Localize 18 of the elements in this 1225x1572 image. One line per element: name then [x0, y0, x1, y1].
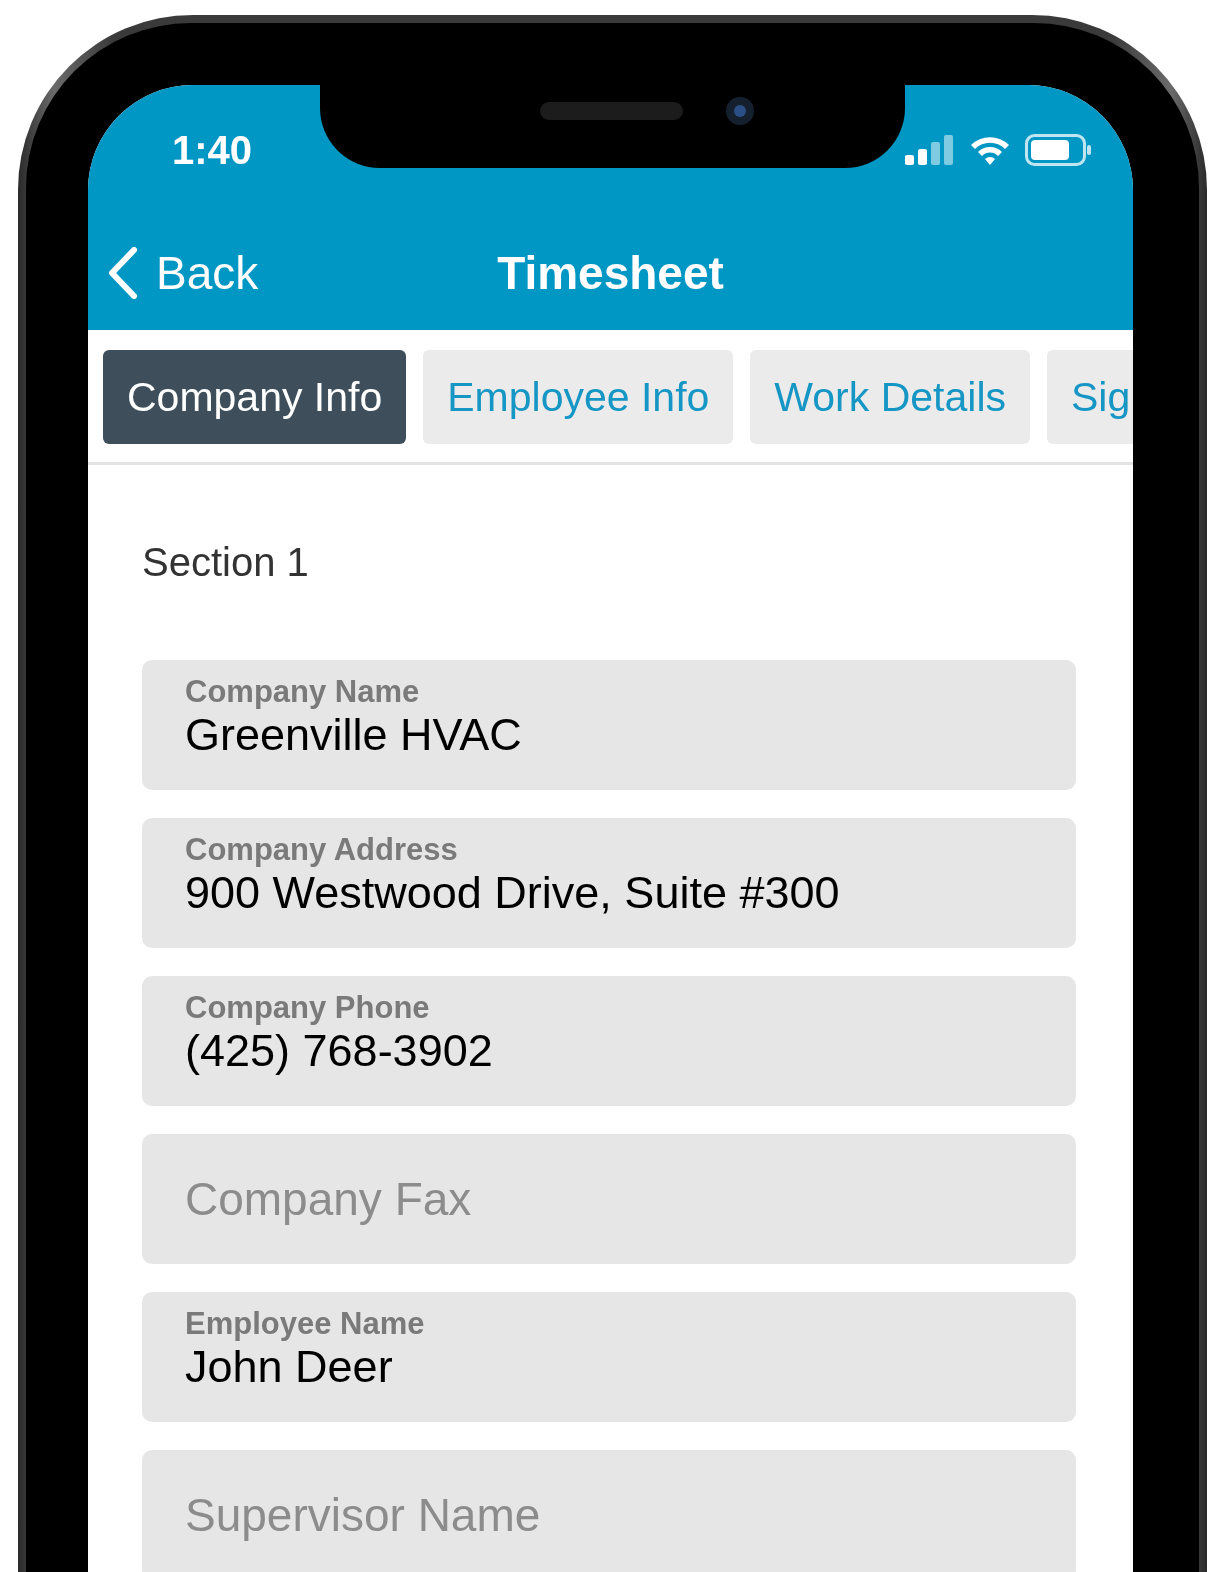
wifi-icon [969, 134, 1011, 166]
status-time: 1:40 [172, 127, 253, 173]
input-field[interactable]: Company Name Greenville HVAC [142, 660, 1076, 790]
tab[interactable]: Sig [1047, 350, 1133, 444]
tab[interactable]: Employee Info [423, 350, 734, 444]
input-field[interactable]: Company Address 900 Westwood Drive, Suite #300 [142, 818, 1076, 948]
chevron-left-icon [108, 246, 138, 299]
section-title: Section 1 [142, 540, 309, 585]
back-button[interactable]: Back [108, 245, 259, 300]
input-field[interactable]: Company Phone (425) 768-3902 [142, 976, 1076, 1106]
tab[interactable]: Company Info [103, 350, 407, 444]
input-field[interactable]: Employee Name John Deer [142, 1292, 1076, 1422]
screen-title: Timesheet [497, 245, 724, 300]
signal-icon [905, 135, 955, 165]
battery-icon [1025, 134, 1093, 166]
tab[interactable]: Work Details [750, 350, 1030, 444]
input-field[interactable]: Company Fax [142, 1134, 1076, 1264]
input-field[interactable]: Supervisor Name [142, 1450, 1076, 1572]
